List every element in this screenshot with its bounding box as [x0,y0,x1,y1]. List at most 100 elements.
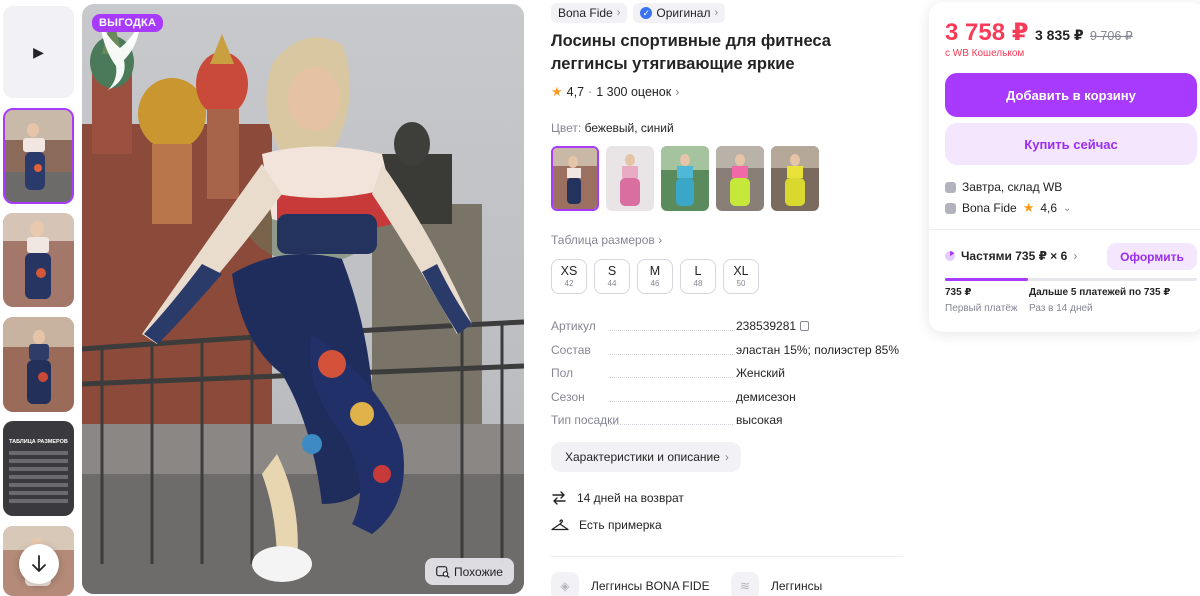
spec-value: 238539281 [736,319,810,333]
spec-key: Состав [551,342,591,357]
chevron-right-icon: › [714,7,719,19]
original-chip[interactable]: ✓ Оригинал › [633,3,726,23]
product-title: Лосины спортивные для фитнеса леггинсы у… [551,32,831,73]
color-swatch-1[interactable] [551,146,599,211]
star-icon: ★ [1022,200,1035,215]
thumbnail-video[interactable]: ▶ [3,6,74,98]
size-ru: 44 [607,279,617,288]
size-label: XL [733,264,749,278]
brand-chips: Bona Fide › ✓ Оригинал › [551,3,726,23]
size-ru: 50 [736,279,746,288]
spec-leader [609,377,733,378]
price-before-wallet: 3 835 ₽ [1035,27,1084,43]
size-selector: XS 42 S 44 M 46 L 48 XL 50 [551,259,759,294]
chevron-right-icon: › [616,7,621,19]
first-payment-label: Первый платёж [945,303,1018,314]
seller-row[interactable]: Bona Fide ★ 4,6 ⌄ [945,200,1071,216]
brand-name: Bona Fide [558,6,613,20]
return-arrows-icon [552,491,566,505]
size-option[interactable]: XL 50 [723,259,759,294]
installments-row[interactable]: Частями 735 ₽ × 6 › [945,249,1077,263]
color-swatch-5[interactable] [771,146,819,211]
installments-text: Частями 735 ₽ × 6 [961,249,1068,263]
spec-leader [609,353,733,355]
first-payment: 735 ₽ Первый платёж [945,287,1018,314]
seller-rating: 4,6 [1040,201,1058,215]
related-links: ◈ Леггинсы BONA FIDE ≋ Леггинсы [551,572,911,596]
feature-fitting: Есть примерка [551,518,662,532]
hanger-icon [551,519,569,531]
dot-separator: · [588,85,593,99]
checkout-button[interactable]: Оформить [1107,243,1197,270]
thumbnail-photo-2[interactable] [3,213,74,307]
size-label: XS [560,264,578,278]
layers-icon: ≋ [731,572,759,596]
related-link-label: Леггинсы [771,579,823,593]
similar-button[interactable]: Похожие [425,558,514,585]
spec-key: Артикул [551,319,596,333]
seller-name: Bona Fide [962,201,1017,215]
spec-row: Пол Женский [551,364,903,388]
first-payment-amount: 735 ₽ [945,287,972,298]
tag-icon: ◈ [551,572,579,596]
copy-icon[interactable] [800,321,810,331]
size-option[interactable]: S 44 [594,259,630,294]
main-product-image[interactable] [82,4,524,594]
photo-preview [5,110,72,202]
color-swatch-2[interactable] [606,146,654,211]
thumbnail-column: ▶ ТАБЛИЦА РАЗМЕРОВ [0,0,78,596]
size-ru: 48 [693,279,703,288]
chevron-right-icon: › [675,85,680,99]
article-number: 238539281 [736,319,797,333]
size-option[interactable]: XS 42 [551,259,587,294]
rating-value: 4,7 [566,85,585,99]
buy-now-button[interactable]: Купить сейчас [945,123,1197,165]
price-old: 9 706 ₽ [1090,29,1133,43]
product-photo [82,4,524,594]
size-ru: 42 [564,279,574,288]
color-value: бежевый, синий [584,121,674,135]
rating-row[interactable]: ★ 4,7 · 1 300 оценок › [551,84,679,100]
spec-value: высокая [736,413,783,427]
thumbnail-photo-1[interactable] [3,108,74,204]
chevron-down-icon: ⌄ [1063,202,1072,214]
reviews-count: 1 300 оценок [596,85,672,99]
spec-row: Артикул 238539281 [551,317,903,341]
next-payments-amount: Дальше 5 платежей по 735 ₽ [1029,287,1171,298]
brand-chip[interactable]: Bona Fide › [551,3,628,23]
description-button[interactable]: Характеристики и описание › [551,442,741,472]
spec-leader [609,400,733,402]
section-divider [551,556,903,557]
spec-row: Сезон демисезон [551,388,903,412]
swatch-photo [771,146,819,211]
color-swatch-3[interactable] [661,146,709,211]
color-swatch-4[interactable] [716,146,764,211]
thumbnail-size-chart[interactable]: ТАБЛИЦА РАЗМЕРОВ [3,421,74,516]
swatch-photo [661,146,709,211]
installment-progress-fill [945,278,1029,281]
size-label: L [694,264,702,278]
scroll-down-button[interactable] [19,544,59,584]
swatch-photo [553,148,597,209]
related-link-brand[interactable]: ◈ Леггинсы BONA FIDE [551,572,731,596]
price-current: 3 758 ₽ [945,19,1029,46]
related-link-category[interactable]: ≋ Леггинсы [731,572,911,596]
color-line: Цвет: бежевый, синий [551,121,674,135]
swatch-photo [716,146,764,211]
price-card: 3 758 ₽ 3 835 ₽ 9 706 ₽ с WB Кошельком Д… [929,2,1200,332]
size-table-label: Таблица размеров [551,233,655,247]
chevron-right-icon: › [1073,249,1078,263]
size-option[interactable]: M 46 [637,259,673,294]
similar-button-label: Похожие [454,564,503,579]
installment-progress [945,278,1197,281]
color-swatches [551,146,819,211]
delivery-text: Завтра, склад WB [962,180,1063,194]
next-payments: Дальше 5 платежей по 735 ₽ Раз в 14 дней [1029,287,1170,314]
add-to-cart-button[interactable]: Добавить в корзину [945,73,1197,117]
spec-key: Пол [551,366,574,380]
size-option[interactable]: L 48 [680,259,716,294]
size-table-link[interactable]: Таблица размеров › [551,233,662,247]
spec-leader [609,424,733,425]
chevron-right-icon: › [724,450,729,464]
thumbnail-photo-3[interactable] [3,317,74,412]
